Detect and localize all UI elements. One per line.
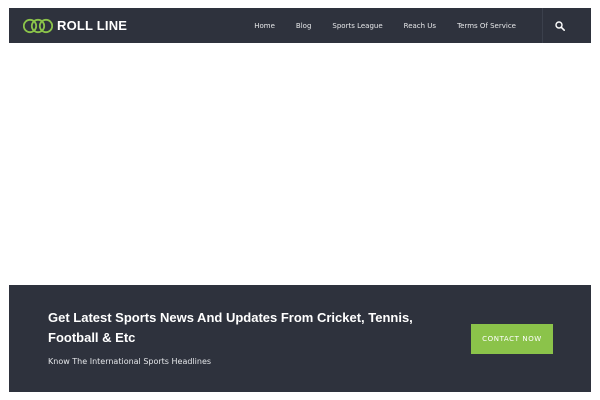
nav-item-terms-of-service[interactable]: Terms Of Service <box>457 22 516 30</box>
cta-subtext: Know The International Sports Headlines <box>48 357 212 366</box>
nav-item-home[interactable]: Home <box>254 22 275 30</box>
contact-now-button[interactable]: CONTACT NOW <box>471 324 553 354</box>
nav-item-blog[interactable]: Blog <box>296 22 311 30</box>
site-header: ROLL LINE Home Blog Sports League Reach … <box>9 8 591 43</box>
logo-link[interactable]: ROLL LINE <box>23 18 127 34</box>
logo-text: ROLL LINE <box>57 18 128 33</box>
hero-area <box>9 43 591 285</box>
rings-logo-icon <box>23 18 53 33</box>
search-icon <box>555 20 565 31</box>
nav-item-sports-league[interactable]: Sports League <box>332 22 382 30</box>
main-nav: Home Blog Sports League Reach Us Terms O… <box>254 22 516 30</box>
search-button[interactable] <box>543 8 577 43</box>
cta-banner: Get Latest Sports News And Updates From … <box>9 285 591 392</box>
page: ROLL LINE Home Blog Sports League Reach … <box>0 0 600 400</box>
cta-heading: Get Latest Sports News And Updates From … <box>48 310 413 345</box>
nav-item-reach-us[interactable]: Reach Us <box>404 22 436 30</box>
